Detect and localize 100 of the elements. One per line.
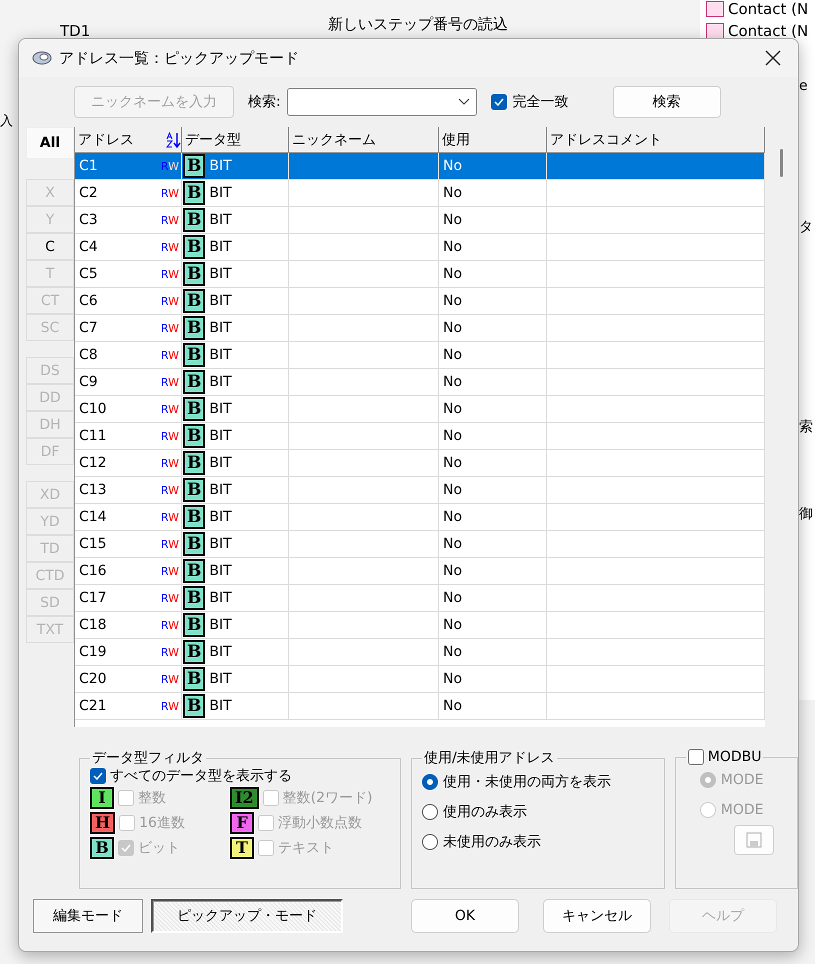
checkbox-label: 整数 <box>138 789 166 807</box>
table-cell: No <box>443 401 462 417</box>
search-button[interactable]: 検索 <box>612 86 721 118</box>
search-label: 検索: <box>248 93 281 111</box>
show-all-checkbox[interactable] <box>90 768 106 784</box>
table-cell: No <box>443 671 462 687</box>
background-label: Contact (N <box>728 0 808 18</box>
table-cell: BIT <box>209 212 232 228</box>
chevron-down-icon[interactable] <box>458 98 470 106</box>
checkbox-label: 整数(2ワード) <box>282 789 372 807</box>
table-row[interactable]: C10 RW B BIT No <box>75 396 765 423</box>
table-row[interactable]: C21 RW B BIT No <box>75 693 765 720</box>
radio-button[interactable] <box>422 834 438 850</box>
type-badge: B <box>183 181 206 205</box>
device-type-button[interactable]: C <box>26 233 74 260</box>
access-label: RW <box>160 240 179 254</box>
access-label: RW <box>160 186 179 200</box>
table-cell: No <box>443 563 462 579</box>
table-row[interactable]: C18 RW B BIT No <box>75 612 765 639</box>
table-row[interactable]: C12 RW B BIT No <box>75 450 765 477</box>
checkbox-label: ビット <box>138 839 180 857</box>
table-row[interactable]: C4 RW B BIT No <box>75 234 765 261</box>
table-cell: No <box>443 590 462 606</box>
table-cell: C7 <box>79 320 98 336</box>
table-row[interactable]: C9 RW B BIT No <box>75 369 765 396</box>
sort-icon[interactable] <box>165 130 181 148</box>
radio-button[interactable] <box>422 804 438 820</box>
table-row[interactable]: C8 RW B BIT No <box>75 342 765 369</box>
table-cell: BIT <box>209 590 232 606</box>
checkbox-label: 16進数 <box>139 814 185 832</box>
table-row[interactable]: C1 RW B BIT No <box>75 153 765 180</box>
type-badge: B <box>183 667 206 691</box>
type-badge: B <box>183 694 206 718</box>
table-cell: C8 <box>79 347 98 363</box>
radio-label: 使用・未使用の両方を表示 <box>443 773 611 791</box>
table-row[interactable]: C3 RW B BIT No <box>75 207 765 234</box>
table-cell: No <box>443 266 462 282</box>
table-cell: C16 <box>79 563 107 579</box>
table-row[interactable]: C16 RW B BIT No <box>75 558 765 585</box>
table-cell: BIT <box>209 374 232 390</box>
table-row[interactable]: C20 RW B BIT No <box>75 666 765 693</box>
table-row[interactable]: C7 RW B BIT No <box>75 315 765 342</box>
table-cell: C3 <box>79 212 98 228</box>
radio-button[interactable] <box>422 774 438 790</box>
table-row[interactable]: C14 RW B BIT No <box>75 504 765 531</box>
table-row[interactable]: C19 RW B BIT No <box>75 639 765 666</box>
table-cell: BIT <box>209 509 232 525</box>
table-cell: C12 <box>79 455 107 471</box>
table-cell: BIT <box>209 266 232 282</box>
check-icon <box>492 96 505 108</box>
column-header[interactable]: 使用 <box>439 127 547 152</box>
close-icon[interactable] <box>764 49 782 67</box>
modbus-checkbox[interactable] <box>688 749 704 765</box>
table-cell: BIT <box>209 536 232 552</box>
column-header[interactable]: データ型 <box>182 127 289 152</box>
type-badge: B <box>183 478 206 502</box>
access-label: RW <box>160 322 179 334</box>
table-cell: C20 <box>79 671 107 687</box>
column-header[interactable]: ニックネーム <box>289 127 439 152</box>
table-row[interactable]: C5 RW B BIT No <box>75 261 765 288</box>
table-cell: BIT <box>209 293 232 309</box>
table-cell: C14 <box>79 509 107 525</box>
dialog-button[interactable]: OK <box>411 899 519 933</box>
table-cell: BIT <box>209 644 232 660</box>
table-row[interactable]: C6 RW B BIT No <box>75 288 765 315</box>
type-badge: B <box>183 343 206 367</box>
table-cell: No <box>443 644 462 660</box>
access-label: RW <box>160 646 179 658</box>
table-cell: C9 <box>79 374 98 390</box>
table-cell: No <box>443 482 462 498</box>
exact-match-checkbox[interactable] <box>490 94 507 110</box>
table-row[interactable]: C2 RW B BIT No <box>75 180 765 207</box>
mode-button[interactable]: ピックアップ・モード <box>151 899 343 933</box>
background-label: TD1 <box>60 22 90 40</box>
dialog-button[interactable]: キャンセル <box>543 899 651 933</box>
access-label: RW <box>160 484 179 496</box>
radio-label: MODE <box>720 802 764 818</box>
type-badge: B <box>183 532 206 556</box>
table-cell: C17 <box>79 590 107 606</box>
access-label: RW <box>160 538 179 550</box>
checkbox-label: 浮動小数点数 <box>278 814 362 832</box>
access-label: RW <box>160 592 179 604</box>
type-badge: B <box>183 451 206 475</box>
table-row[interactable]: C15 RW B BIT No <box>75 531 765 558</box>
table-cell: BIT <box>209 158 232 174</box>
access-label: RW <box>160 618 179 632</box>
window-title: アドレス一覧：ピックアップモード <box>59 48 300 68</box>
table-cell: BIT <box>209 563 232 579</box>
type-badge: F <box>230 812 254 834</box>
search-field[interactable] <box>286 88 477 116</box>
save-button[interactable] <box>734 825 774 855</box>
group-title: データ型フィルタ <box>91 749 205 767</box>
device-type-button[interactable]: All <box>26 127 74 159</box>
column-header[interactable]: アドレス <box>75 127 182 152</box>
radio-button[interactable] <box>700 772 716 788</box>
table-row[interactable]: C13 RW B BIT No <box>75 477 765 504</box>
access-label: RW <box>160 510 179 524</box>
mode-button[interactable]: 編集モード <box>33 899 143 933</box>
table-row[interactable]: C11 RW B BIT No <box>75 423 765 450</box>
table-row[interactable]: C17 RW B BIT No <box>75 585 765 612</box>
